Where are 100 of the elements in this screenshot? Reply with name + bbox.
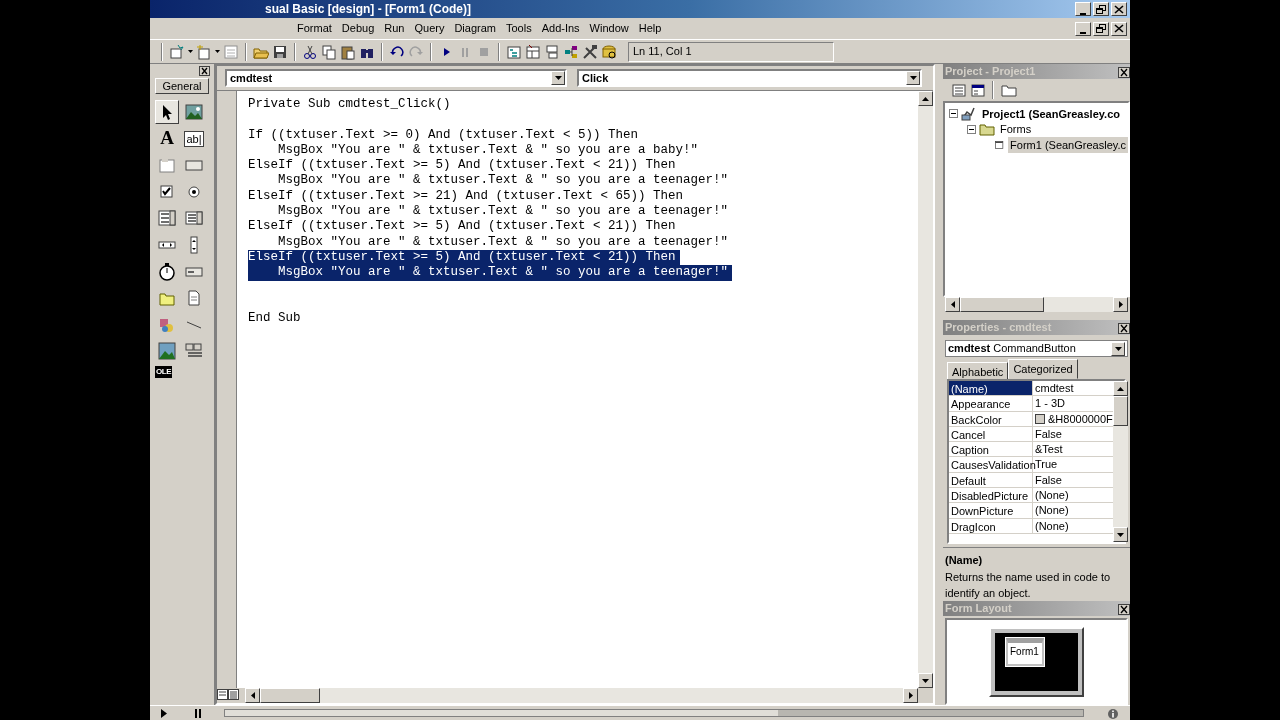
info-icon[interactable]	[1108, 708, 1118, 719]
dropdown-arrow-icon[interactable]	[554, 76, 562, 80]
property-value: 1 - 3D	[1035, 396, 1065, 411]
menu-item[interactable]: Add-Ins	[537, 20, 584, 37]
property-value: True	[1035, 457, 1058, 472]
restore-icon[interactable]	[1095, 3, 1107, 15]
tools-icon[interactable]	[582, 43, 598, 60]
menu-item[interactable]: Window	[585, 20, 633, 37]
view-object-icon[interactable]	[970, 82, 986, 98]
project-explorer-icon[interactable]	[506, 43, 522, 60]
file-list-icon	[185, 289, 203, 308]
close-icon[interactable]	[1118, 322, 1130, 334]
property-name[interactable]: DownPicture	[949, 503, 1033, 518]
scroll-right-icon[interactable]	[1118, 301, 1123, 308]
collapse-icon[interactable]	[967, 124, 976, 134]
toolbox-tool[interactable]: A	[155, 126, 179, 151]
project-icon	[961, 105, 977, 122]
menu-item[interactable]: Tools	[502, 20, 536, 37]
code-line: ElseIf ((txtuser.Text >= 21) And (txtuser.Text < 65)) Then	[248, 188, 684, 205]
property-value: (None)	[1035, 518, 1069, 533]
list-box-icon	[185, 209, 203, 228]
procedure-view-icon[interactable]	[217, 688, 228, 700]
caret-icon[interactable]	[188, 50, 193, 53]
tree-item[interactable]: Form1 (SeanGreasley.c	[1008, 136, 1128, 153]
scroll-up-icon[interactable]	[922, 96, 929, 101]
seek-bar[interactable]	[224, 709, 1084, 717]
description-text: Returns the name used in code to identify an object.	[945, 569, 1112, 601]
pause-icon[interactable]	[194, 709, 202, 719]
window-title: sual Basic [design] - [Form1 (Code)]	[264, 1, 472, 18]
property-name[interactable]: (Name)	[949, 381, 1033, 396]
full-module-view-icon[interactable]	[228, 688, 239, 700]
scroll-left-icon[interactable]	[250, 692, 255, 699]
dropdown-arrow-icon[interactable]	[1114, 346, 1122, 351]
menu-item[interactable]: Query	[410, 20, 449, 37]
undo-icon[interactable]	[389, 43, 405, 60]
frame-icon	[158, 156, 176, 175]
tree-item[interactable]: Forms	[998, 121, 1034, 138]
object-dropdown[interactable]: cmdtest	[225, 69, 567, 87]
procedure-dropdown[interactable]: Click	[577, 69, 922, 87]
horizontal-scrollbar[interactable]	[245, 688, 918, 703]
menu-item[interactable]: Format	[293, 20, 336, 37]
form-preview[interactable]: Form1	[1006, 638, 1044, 666]
close-icon[interactable]	[1113, 3, 1125, 15]
restore-icon[interactable]	[1095, 23, 1107, 34]
scissors-icon[interactable]	[302, 43, 318, 60]
caret-icon[interactable]	[215, 50, 220, 53]
property-name[interactable]: Cancel	[949, 426, 1033, 442]
object-selector[interactable]: cmdtest CommandButton	[945, 340, 1128, 357]
code-line: If ((txtuser.Text >= 0) And (txtuser.Text < 5)) Then	[248, 127, 639, 143]
close-icon[interactable]	[1118, 603, 1130, 615]
scroll-thumb[interactable]	[960, 297, 1044, 312]
toolbox-tool[interactable]	[155, 100, 179, 124]
dropdown-arrow-icon[interactable]	[909, 76, 917, 80]
scroll-down-icon[interactable]	[1116, 532, 1124, 537]
menu-item[interactable]: Help	[634, 20, 666, 37]
toolbox-tool[interactable]: OLE	[155, 365, 172, 378]
properties-grid[interactable]: (Name) cmdtest Appearance 1 - 3D BackColor &H8000000F Cancel False Caption &Test CausesValidationTrue Default False DisabledPicture (None) DownPicture (None) DragIcon (None)	[947, 379, 1126, 544]
scroll-down-icon[interactable]	[922, 678, 929, 683]
property-name[interactable]: DragIcon	[949, 518, 1033, 533]
close-icon[interactable]	[1113, 23, 1125, 34]
scroll-up-icon[interactable]	[1116, 386, 1124, 391]
property-name[interactable]: BackColor	[949, 411, 1033, 426]
property-name[interactable]: Appearance	[949, 396, 1033, 411]
copy-icon[interactable]	[321, 43, 337, 60]
scroll-right-icon[interactable]	[908, 692, 913, 699]
data-view-icon[interactable]	[601, 43, 617, 60]
menu-item[interactable]: Debug	[337, 20, 379, 37]
menu-item[interactable]: Diagram	[450, 20, 500, 37]
play-icon[interactable]	[160, 709, 168, 719]
close-icon[interactable]	[1118, 66, 1130, 78]
form-layout-icon[interactable]	[544, 43, 560, 60]
property-name[interactable]: Default	[949, 472, 1033, 488]
project-tree[interactable]: Project1 (SeanGreasley.co Forms Form1 (SeanGreasley.c	[943, 101, 1130, 297]
vertical-scrollbar[interactable]	[918, 91, 933, 688]
object-browser-icon[interactable]	[563, 43, 579, 60]
new-project-icon[interactable]	[169, 43, 185, 60]
image-icon	[158, 342, 176, 361]
vertical-scrollbar[interactable]	[1112, 381, 1128, 542]
cursor-position: Ln 11, Col 1	[628, 41, 834, 62]
property-value: cmdtest	[1035, 381, 1074, 396]
properties-tab[interactable]: Alphabetic	[947, 362, 1009, 380]
combo-box-icon	[158, 209, 176, 228]
scroll-thumb[interactable]	[1112, 396, 1128, 426]
horizontal-scrollbar[interactable]	[945, 297, 1128, 312]
scroll-left-icon[interactable]	[950, 301, 955, 308]
property-name[interactable]: Caption	[949, 442, 1033, 457]
tree-item[interactable]: Project1 (SeanGreasley.co	[980, 105, 1122, 122]
properties-icon[interactable]	[525, 43, 541, 60]
toolbox-tab[interactable]: General	[155, 78, 209, 94]
paste-icon[interactable]	[340, 43, 356, 60]
property-name[interactable]: DisabledPicture	[949, 488, 1033, 503]
save-icon[interactable]	[272, 43, 288, 60]
collapse-icon[interactable]	[949, 109, 958, 119]
menu-item[interactable]: Run	[380, 20, 409, 37]
scroll-thumb[interactable]	[260, 688, 320, 703]
code-line: ElseIf ((txtuser.Text >= 5) And (txtuser.Text < 21)) Then	[248, 219, 676, 235]
code-editor[interactable]	[237, 91, 918, 688]
properties-tab[interactable]: Categorized	[1008, 358, 1078, 379]
close-icon[interactable]	[199, 66, 210, 76]
folder-icon[interactable]	[1000, 82, 1018, 98]
